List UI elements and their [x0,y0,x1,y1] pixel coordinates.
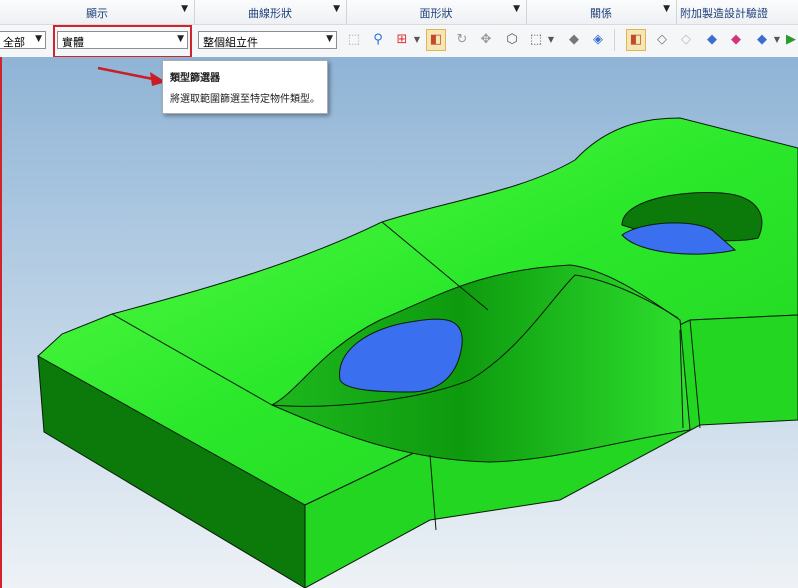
group-curve-shape[interactable]: 曲線形狀 ▼ [194,0,347,24]
type-filter-highlight-box [53,25,192,58]
chevron-down-icon[interactable]: ▼ [546,29,556,51]
type-filter-tooltip: 類型篩選器 將選取範圍篩選至特定物件類型。 [162,60,328,114]
edges-icon[interactable]: ◆ [702,29,722,51]
hidden-line-icon[interactable]: ◇ [676,29,696,51]
chevron-down-icon: ▼ [35,34,42,44]
group-curve-shape-label: 曲線形狀 [248,7,292,20]
chevron-down-icon[interactable]: ▼ [513,4,520,14]
solid-view-icon[interactable]: ◧ [426,29,446,51]
box-select-icon[interactable]: ⬚ [526,29,546,51]
polygon-select-icon[interactable]: ⬡ [502,29,522,51]
move-icon[interactable]: ✥ [476,29,496,51]
wireframe-icon[interactable]: ◇ [652,29,672,51]
group-face-shape[interactable]: 面形狀 ▼ [346,0,527,24]
display-select-value: 全部 [3,36,25,49]
ribbon-toolbar: 顯示 ▼ 曲線形狀 ▼ 面形狀 ▼ 關係 ▼ 附加製造設計驗證 全部 ▼ 實體 … [0,0,798,58]
snap-point-icon[interactable]: ⊞ [392,29,412,51]
3d-viewport[interactable] [0,57,798,588]
filter-icon[interactable]: ⚲ [368,29,388,51]
chevron-down-icon[interactable]: ▼ [663,4,670,14]
chevron-down-icon: ▼ [326,34,333,44]
group-am-validation[interactable]: 附加製造設計驗證 [676,0,798,24]
rotate-icon[interactable]: ↻ [452,29,472,51]
toolbar-separator [614,29,615,51]
annotation-arrow [97,66,159,82]
select-body-icon[interactable]: ⬚ [344,29,364,51]
display-select[interactable]: 全部 ▼ [0,31,46,49]
color-cube-icon[interactable]: ◆ [726,29,746,51]
chevron-down-icon[interactable]: ▼ [181,4,188,14]
render-mode-icon[interactable]: ◧ [626,29,646,51]
group-relations[interactable]: 關係 ▼ [526,0,677,24]
run-icon[interactable]: ▶ [784,29,798,51]
group-relations-label: 關係 [590,7,612,20]
chevron-down-icon[interactable]: ▼ [772,29,782,51]
group-display[interactable]: 顯示 ▼ [0,0,195,24]
solid-model[interactable] [0,57,798,588]
tooltip-title: 類型篩選器 [170,73,220,84]
cube-view-icon[interactable]: ◈ [588,29,608,51]
tooltip-description: 將選取範圍篩選至特定物件類型。 [170,94,320,105]
group-display-label: 顯示 [86,7,108,20]
group-am-validation-label: 附加製造設計驗證 [680,7,768,20]
ribbon-group-bar: 顯示 ▼ 曲線形狀 ▼ 面形狀 ▼ 關係 ▼ 附加製造設計驗證 [0,0,798,25]
scope-select[interactable]: 整個組立件 ▼ [198,31,337,49]
shaded-view-icon[interactable]: ◆ [564,29,584,51]
chevron-down-icon[interactable]: ▼ [412,29,422,51]
view-cube-icon[interactable]: ◆ [752,29,772,51]
scope-select-value: 整個組立件 [203,36,258,49]
chevron-down-icon[interactable]: ▼ [333,4,340,14]
group-face-shape-label: 面形狀 [419,7,453,20]
